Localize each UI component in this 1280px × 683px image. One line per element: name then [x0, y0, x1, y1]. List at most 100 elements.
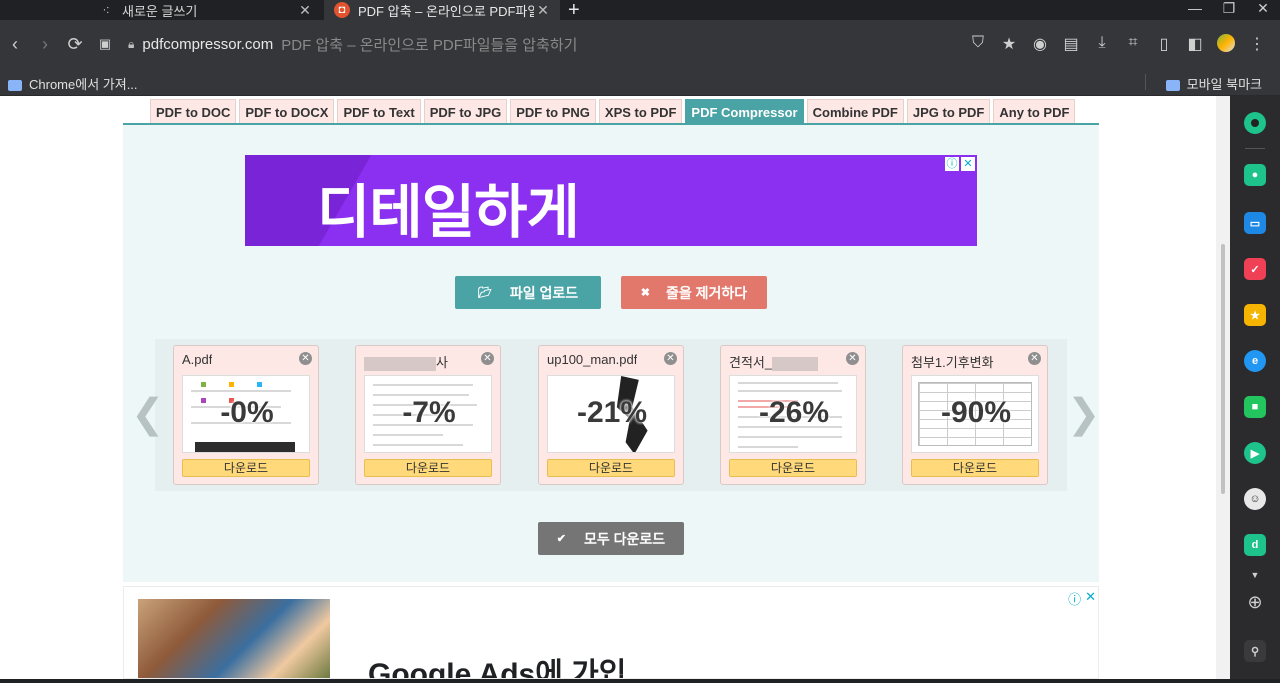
forward-icon[interactable]: ›: [30, 34, 60, 55]
pin-icon[interactable]: ⚲: [1244, 640, 1266, 662]
side-panel: ● ▭ ✓ ★ e ■ ▶ ☺ d ▼ ⊕ ⚲: [1230, 96, 1280, 679]
ad-info-icon[interactable]: ⓘ: [945, 157, 959, 171]
play-icon[interactable]: ▶: [1244, 442, 1266, 464]
carousel-next-icon[interactable]: ❯: [1067, 391, 1101, 437]
nav-tab-xps-to-pdf[interactable]: XPS to PDF: [598, 99, 683, 124]
mail-icon[interactable]: ▭: [1244, 212, 1266, 234]
tab-title: 새로운 글쓰기: [122, 3, 198, 19]
compressor-panel: 디테일하게 ⓘ ✕ 📂︎ 파일 업로드 ✖ 줄을 제거하다 ❮ ❯ A.pdf …: [123, 125, 1101, 582]
file-name-suffix: 사: [436, 355, 448, 370]
ad-close-icon[interactable]: ✕: [961, 157, 975, 171]
nav-tab-jpg-to-pdf[interactable]: JPG to PDF: [906, 99, 991, 124]
folder-open-icon: 📂︎: [477, 287, 492, 299]
file-card: 사 ✕ -7% 다운로드: [355, 345, 501, 485]
web-page: PDF to DOC PDF to DOCX PDF to Text PDF t…: [0, 96, 1230, 679]
ad-close-icon[interactable]: ✕: [1085, 589, 1096, 608]
whale-icon[interactable]: [1244, 112, 1266, 134]
nav-tab-pdf-to-docx[interactable]: PDF to DOCX: [239, 99, 335, 124]
nav-tab-pdf-to-doc[interactable]: PDF to DOC: [150, 99, 237, 124]
download-icon[interactable]: ⤓: [1093, 34, 1111, 54]
thumb-line: [373, 384, 473, 386]
bookmark-mobile[interactable]: 모바일 북마크: [1165, 74, 1262, 93]
chevron-down-icon[interactable]: ▼: [1230, 570, 1280, 580]
split-view-icon[interactable]: ◧: [1186, 34, 1204, 54]
toolbar-actions: ⛉ ★ ◉ ▤ ⤓ ⌗ ▯ ◧ ⋮: [969, 34, 1266, 54]
notification-icon[interactable]: ●: [1244, 164, 1266, 186]
character-avatar-icon[interactable]: ☺: [1244, 488, 1266, 510]
new-tab-button[interactable]: +: [568, 0, 580, 22]
download-button[interactable]: 다운로드: [911, 459, 1039, 477]
nav-tab-pdf-to-jpg[interactable]: PDF to JPG: [423, 99, 508, 124]
add-app-icon[interactable]: ⊕: [1230, 592, 1280, 613]
remove-file-icon[interactable]: ✕: [664, 352, 677, 365]
folder-icon: [8, 80, 22, 92]
remove-file-icon[interactable]: ✕: [846, 352, 859, 365]
clear-label: 줄을 제거하다: [666, 284, 748, 301]
thumb-line: [738, 390, 842, 392]
tab-new-post[interactable]: ·: 새로운 글쓰기 ✕: [88, 0, 322, 20]
address-bar[interactable]: 🔒︎ pdfcompressor.com PDF 압축 – 온라인으로 PDF파…: [128, 30, 948, 58]
file-name: 견적서_: [729, 352, 819, 371]
converter-nav: PDF to DOC PDF to DOCX PDF to Text PDF t…: [150, 99, 1076, 124]
upload-button[interactable]: 📂︎ 파일 업로드: [455, 276, 601, 309]
reader-icon[interactable]: ▣: [90, 36, 120, 52]
download-button[interactable]: 다운로드: [729, 459, 857, 477]
download-button[interactable]: 다운로드: [364, 459, 492, 477]
remove-file-icon[interactable]: ✕: [299, 352, 312, 365]
file-card: 견적서_ ✕ -26% 다운로드: [720, 345, 866, 485]
nav-tab-combine-pdf[interactable]: Combine PDF: [806, 99, 904, 124]
minimize-icon[interactable]: —: [1178, 0, 1212, 17]
nav-tab-pdf-to-png[interactable]: PDF to PNG: [510, 99, 596, 124]
bookmark-imported[interactable]: Chrome에서 가져...: [8, 74, 138, 93]
download-all-button[interactable]: ✔ 모두 다운로드: [538, 522, 684, 555]
download-all-label: 모두 다운로드: [584, 530, 666, 547]
shield-icon[interactable]: ⛉: [969, 34, 987, 54]
file-card: 첨부1.기후변화 ✕ -90% 다운로드: [902, 345, 1048, 485]
reload-icon[interactable]: ⟳: [60, 34, 90, 55]
nav-tab-any-to-pdf[interactable]: Any to PDF: [993, 99, 1076, 124]
window-close-icon[interactable]: ✕: [1246, 0, 1280, 17]
share-icon[interactable]: ◉: [1031, 34, 1049, 54]
nav-tab-pdf-to-text[interactable]: PDF to Text: [337, 99, 421, 124]
restore-icon[interactable]: ❐: [1212, 0, 1246, 17]
menu-icon[interactable]: ⋮: [1248, 34, 1266, 54]
file-name-prefix: 견적서_: [729, 355, 773, 370]
bookmarks-divider: [1145, 74, 1146, 90]
pocket-icon[interactable]: ✓: [1244, 258, 1266, 280]
tab-title: PDF 압축 – 온라인으로 PDF파일: [358, 3, 534, 19]
clear-queue-button[interactable]: ✖ 줄을 제거하다: [621, 276, 767, 309]
extension-icon[interactable]: ▤: [1062, 34, 1080, 54]
ad-info-icon[interactable]: ⓘ: [1068, 589, 1081, 608]
ad-banner[interactable]: 디테일하게 ⓘ ✕: [245, 155, 977, 246]
close-icon[interactable]: ✕: [534, 2, 552, 19]
tab-pdf-compressor[interactable]: ◘ PDF 압축 – 온라인으로 PDF파일 ✕: [324, 0, 560, 20]
bookmark-label: 모바일 북마크: [1186, 77, 1262, 92]
file-name: A.pdf: [182, 352, 213, 367]
green-app-icon[interactable]: ■: [1244, 396, 1266, 418]
page-scrollbar[interactable]: [1216, 96, 1230, 679]
scrollbar-thumb[interactable]: [1221, 244, 1225, 494]
star-icon[interactable]: ★: [1000, 34, 1018, 54]
sidebar-icon[interactable]: ▯: [1155, 34, 1173, 54]
remove-file-icon[interactable]: ✕: [481, 352, 494, 365]
favorite-star-icon[interactable]: ★: [1244, 304, 1266, 326]
file-card: up100_man.pdf ✕ -21% 다운로드: [538, 345, 684, 485]
check-icon: ✔: [556, 533, 567, 545]
carousel-prev-icon[interactable]: ❮: [131, 391, 165, 437]
back-icon[interactable]: ‹: [0, 34, 30, 55]
remove-file-icon[interactable]: ✕: [1028, 352, 1041, 365]
browser-app-icon[interactable]: e: [1244, 350, 1266, 372]
taskbar-edge: [0, 679, 1280, 683]
profile-avatar[interactable]: [1217, 34, 1235, 52]
ad-headline: Google Ads에 가입: [368, 658, 627, 679]
file-card: A.pdf ✕ -0% 다운로드: [173, 345, 319, 485]
upload-label: 파일 업로드: [509, 284, 579, 301]
d-app-icon[interactable]: d: [1244, 534, 1266, 556]
download-button[interactable]: 다운로드: [547, 459, 675, 477]
google-ads-banner[interactable]: Google Ads에 가입 ⓘ ✕: [123, 586, 1099, 679]
download-button[interactable]: 다운로드: [182, 459, 310, 477]
nav-tab-pdf-compressor[interactable]: PDF Compressor: [685, 99, 804, 124]
screenshot-icon[interactable]: ⌗: [1124, 34, 1142, 54]
compression-percent: -90%: [940, 396, 1012, 429]
close-icon[interactable]: ✕: [296, 2, 314, 19]
